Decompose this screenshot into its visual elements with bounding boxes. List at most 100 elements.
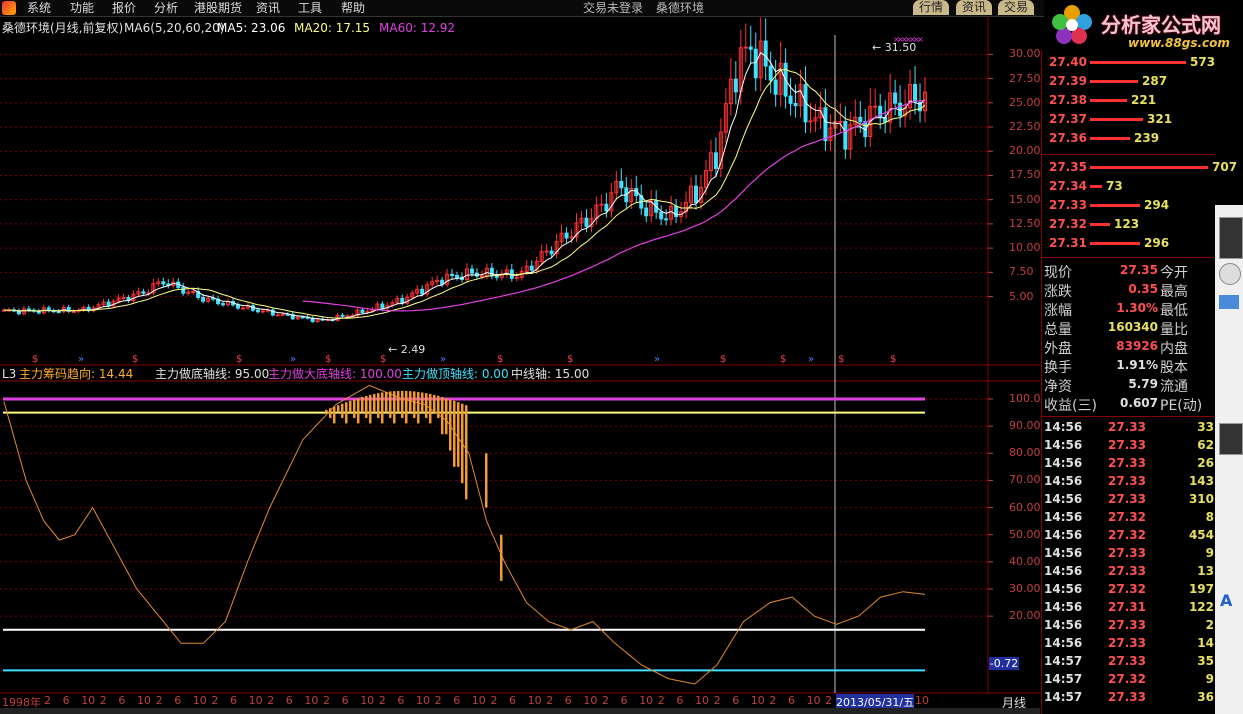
candle-body (873, 105, 878, 108)
tick-divider (1042, 416, 1214, 417)
side-thumb-2[interactable] (1219, 423, 1243, 455)
signal-marker: $ (838, 354, 844, 365)
quote-key-2: 最低 (1160, 303, 1188, 319)
candle-body (240, 307, 245, 310)
time-tick-label: 6 (732, 694, 740, 707)
signal-marker: » (290, 354, 296, 365)
signal-marker: $ (132, 354, 138, 365)
quote-divider (1042, 257, 1214, 258)
quote-key-2: 量比 (1160, 322, 1188, 338)
brand-banner: 分析家公式网 www.88gs.com (1044, 0, 1243, 50)
ask-row[interactable]: 27.39 287 (1042, 72, 1216, 91)
quote-value: 0.607 (1120, 396, 1158, 410)
quote-key-2: PE(动) (1160, 398, 1203, 414)
signal-marker: $ (780, 354, 786, 365)
quote-key: 换手 (1044, 360, 1072, 376)
tick-price: 27.33 (1108, 492, 1146, 506)
candle-body (489, 267, 494, 277)
time-tick-label: 2 (267, 694, 275, 707)
price-tick-label: 12.50 (1009, 216, 1041, 230)
quote-key-2: 股本 (1160, 360, 1188, 376)
candle-body (823, 107, 828, 142)
bid-row[interactable]: 27.34 73 (1042, 177, 1216, 196)
quote-row: 外盘 83926 内盘 (1042, 337, 1214, 357)
chart-canvas[interactable]: ← 31.50← 2.49×××××××$» $ $» $ $» $ $» $ $» $ $ (0, 0, 1040, 694)
tick-volume: 26 (1197, 456, 1214, 470)
candle-body (380, 303, 385, 309)
candle-body (201, 296, 206, 302)
ask-row[interactable]: 27.40 573 (1042, 53, 1216, 72)
tick-time: 14:56 (1044, 582, 1083, 596)
candle-body (564, 232, 569, 239)
quote-key: 现价 (1044, 265, 1072, 281)
tick-volume: 9 (1205, 672, 1214, 686)
chips-bar (461, 403, 464, 484)
time-tick-label: 2 (713, 694, 721, 707)
tick-volume: 36 (1197, 690, 1214, 704)
chips-bar (465, 405, 468, 500)
camera-icon[interactable] (1219, 295, 1239, 309)
tick-row: 14:56 27.32 197 (1042, 580, 1214, 598)
candle-body (181, 286, 186, 294)
bid-row[interactable]: 27.32 123 (1042, 215, 1216, 234)
time-tick-label: 6 (62, 694, 70, 707)
side-thumb-1[interactable] (1219, 217, 1243, 259)
ask-row[interactable]: 27.38 221 (1042, 91, 1216, 110)
book-price: 27.32 (1049, 217, 1087, 231)
chips-bar (325, 409, 328, 413)
tick-time: 14:56 (1044, 492, 1083, 506)
tick-time: 14:56 (1044, 510, 1083, 524)
tick-price: 27.33 (1108, 564, 1146, 578)
eye-icon[interactable] (1219, 263, 1241, 285)
tick-price: 27.33 (1108, 618, 1146, 632)
indicator-tick-label: 40.00 (1009, 554, 1041, 568)
chips-bar (425, 393, 428, 418)
time-tick-label: 2 (323, 694, 330, 707)
candle-body (733, 78, 738, 93)
signal-marker: $ (497, 354, 503, 365)
time-tick-label: 6 (230, 694, 237, 707)
time-tick-label: 10 (416, 694, 430, 707)
font-size-icon[interactable]: A (1220, 591, 1232, 610)
indicator-tick-label: 90.00 (1009, 419, 1041, 433)
chips-bar (441, 396, 444, 435)
candle-body (450, 273, 455, 276)
bid-row[interactable]: 27.35 707 (1042, 158, 1237, 177)
tick-row: 14:56 27.33 143 (1042, 472, 1214, 490)
tick-time: 14:56 (1044, 438, 1083, 452)
candle-body (893, 92, 898, 104)
tick-row: 14:56 27.33 26 (1042, 454, 1214, 472)
candle-body (693, 185, 698, 203)
quote-value: 1.30% (1116, 301, 1158, 315)
book-price: 27.34 (1049, 179, 1087, 193)
bid-row[interactable]: 27.31 296 (1042, 234, 1216, 253)
candle-body (858, 116, 863, 123)
book-volume-bar (1090, 204, 1140, 207)
bid-row[interactable]: 27.33 294 (1042, 196, 1216, 215)
tick-time: 14:56 (1044, 546, 1083, 560)
chips-bar (397, 390, 400, 413)
chips-bar (377, 393, 380, 418)
candle-body (773, 79, 778, 95)
candle-body (763, 40, 768, 67)
time-tick-label: 10 (137, 694, 151, 707)
tick-volume: 2 (1205, 618, 1214, 632)
chips-bar (457, 402, 460, 467)
ask-row[interactable]: 27.36 239 (1042, 129, 1216, 148)
tick-price: 27.33 (1108, 438, 1146, 452)
book-volume-bar (1090, 137, 1130, 140)
candle-body (793, 102, 798, 107)
ask-row[interactable]: 27.37 321 (1042, 110, 1216, 129)
chips-bar (421, 392, 424, 413)
chips-bar (369, 394, 372, 424)
tick-price: 27.32 (1108, 582, 1146, 596)
candle-body (469, 268, 474, 274)
quote-key: 外盘 (1044, 341, 1072, 357)
signal-marker: $ (720, 354, 726, 365)
time-tick-label: 10 (695, 694, 709, 707)
tick-price: 27.33 (1108, 456, 1146, 470)
candle-body (345, 315, 350, 318)
chips-bar (453, 400, 456, 467)
time-tick-label: 6 (509, 694, 516, 707)
book-volume: 287 (1142, 74, 1168, 88)
